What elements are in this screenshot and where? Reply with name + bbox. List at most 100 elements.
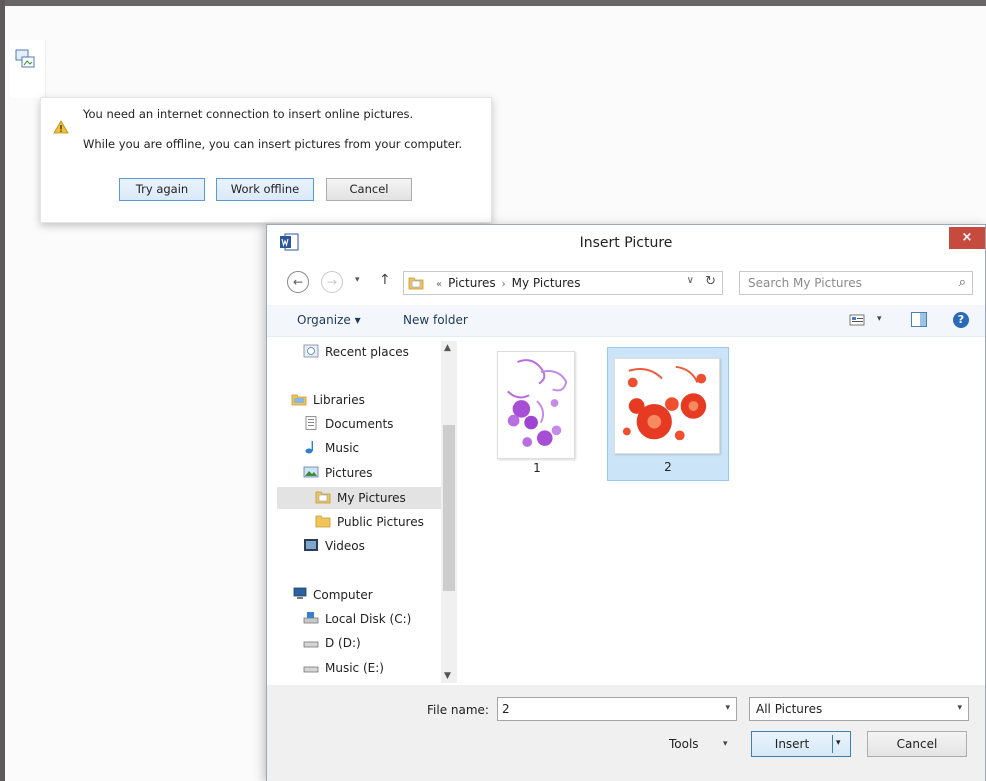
- search-input[interactable]: [740, 272, 930, 294]
- nav-item-computer[interactable]: Computer: [291, 587, 373, 609]
- recent-locations-dropdown[interactable]: ▾: [355, 275, 360, 285]
- folder-icon: [315, 491, 331, 504]
- nav-label-libraries: Libraries: [313, 393, 365, 407]
- file-name-label: File name:: [427, 703, 489, 717]
- nav-item-drive-d[interactable]: D (D:): [303, 635, 361, 657]
- nav-item-recent-places[interactable]: Recent places: [303, 344, 409, 366]
- music-icon: [305, 441, 313, 454]
- documents-icon: [305, 416, 317, 430]
- recent-places-icon: [303, 344, 319, 358]
- nav-item-videos[interactable]: Videos: [303, 538, 365, 560]
- libraries-icon: [291, 394, 307, 406]
- file-name-input[interactable]: [498, 698, 708, 720]
- split-divider: [832, 735, 833, 753]
- file-name-dropdown[interactable]: ▾: [725, 703, 730, 713]
- search-box: ⌕: [739, 271, 973, 295]
- up-button[interactable]: ↑: [379, 272, 391, 288]
- nav-label-drive-d: D (D:): [325, 636, 361, 650]
- offline-notification: You need an internet connection to inser…: [40, 97, 492, 223]
- breadcrumb-pictures[interactable]: Pictures: [448, 276, 496, 290]
- offline-message: You need an internet connection to inser…: [83, 107, 414, 121]
- file-type-select[interactable]: All Pictures ▾: [749, 697, 969, 721]
- close-button[interactable]: ×: [949, 227, 985, 249]
- insert-label: Insert: [774, 737, 810, 751]
- dialog-title: Insert Picture: [579, 235, 673, 251]
- address-bar-row: ← → ▾ ↑ « Pictures › My Pictures ∨ ↻ ⌕: [267, 265, 985, 301]
- nav-label-computer: Computer: [313, 588, 373, 602]
- file-name-combobox: ▾: [497, 697, 737, 721]
- nav-item-my-pictures[interactable]: My Pictures: [277, 487, 443, 509]
- broken-picture-icon: [15, 49, 35, 68]
- nav-item-pictures[interactable]: Pictures: [303, 465, 373, 487]
- nav-label-pictures: Pictures: [325, 466, 373, 480]
- pictures-icon: [303, 466, 319, 478]
- insert-button[interactable]: Insert ▾: [751, 731, 851, 757]
- work-offline-button[interactable]: Work offline: [216, 178, 314, 201]
- computer-icon: [293, 587, 307, 599]
- cancel-offline-button[interactable]: Cancel: [326, 178, 412, 201]
- nav-label-public-pictures: Public Pictures: [337, 515, 424, 529]
- help-icon[interactable]: ?: [953, 312, 969, 328]
- nav-label-recent-places: Recent places: [325, 345, 409, 359]
- try-again-button[interactable]: Try again: [119, 178, 205, 201]
- file-type-value: All Pictures: [756, 702, 823, 716]
- file-name: 1: [533, 461, 541, 475]
- new-folder-button[interactable]: New folder: [403, 313, 468, 327]
- folder-icon: [315, 515, 331, 528]
- chevron-down-icon: ▾: [957, 703, 962, 713]
- breadcrumb: « Pictures › My Pictures: [430, 276, 580, 290]
- scrollbar-thumb[interactable]: [443, 425, 455, 591]
- file-item[interactable]: 1: [493, 347, 581, 477]
- address-dropdown[interactable]: ∨: [687, 275, 694, 286]
- file-item-selected[interactable]: 2: [607, 347, 729, 481]
- forward-button[interactable]: →: [321, 271, 343, 293]
- dialog-footer: File name: ▾ All Pictures ▾ Tools ▾ Inse…: [267, 685, 985, 781]
- nav-item-music[interactable]: Music: [303, 440, 359, 462]
- nav-item-public-pictures[interactable]: Public Pictures: [315, 514, 424, 536]
- drive-icon: [303, 666, 319, 673]
- folder-icon: [408, 277, 424, 290]
- breadcrumb-overflow[interactable]: «: [436, 279, 442, 290]
- dialog-titlebar[interactable]: Insert Picture ×: [267, 225, 985, 261]
- offline-hint: While you are offline, you can insert pi…: [83, 137, 463, 151]
- nav-item-local-disk[interactable]: Local Disk (C:): [303, 611, 411, 633]
- nav-item-documents[interactable]: Documents: [303, 416, 393, 438]
- drive-icon: [303, 612, 319, 624]
- preview-pane-button[interactable]: [911, 312, 927, 327]
- breadcrumb-my-pictures[interactable]: My Pictures: [512, 276, 581, 290]
- nav-label-drive-e: Music (E:): [325, 661, 384, 675]
- tools-dropdown[interactable]: ▾: [723, 739, 728, 749]
- nav-item-libraries[interactable]: Libraries: [291, 392, 365, 414]
- chevron-right-icon: ›: [501, 279, 506, 290]
- cancel-button[interactable]: Cancel: [867, 731, 967, 757]
- purple-flower-icon: [497, 351, 575, 459]
- search-icon[interactable]: ⌕: [959, 275, 966, 290]
- nav-pane-scrollbar[interactable]: ▲ ▼: [441, 341, 457, 683]
- broken-picture-placeholder[interactable]: [10, 40, 46, 98]
- refresh-button[interactable]: ↻: [705, 274, 716, 289]
- drive-icon: [303, 641, 319, 648]
- file-name: 2: [664, 460, 672, 474]
- videos-icon: [304, 539, 318, 551]
- tools-menu[interactable]: Tools: [669, 737, 699, 751]
- nav-label-documents: Documents: [325, 417, 394, 431]
- scroll-up-button[interactable]: ▲: [444, 343, 451, 353]
- navigation-pane: Recent places Libraries Documents Music …: [277, 339, 459, 685]
- nav-label-videos: Videos: [325, 539, 365, 553]
- command-bar: Organize ▾ New folder ▾ ?: [267, 305, 985, 337]
- change-view-icon[interactable]: [849, 313, 867, 327]
- red-flower-icon: [614, 358, 720, 454]
- warning-icon: [53, 120, 69, 134]
- insert-picture-dialog: Insert Picture × ← → ▾ ↑ « Pictures › My Pi…: [266, 224, 986, 781]
- address-bar[interactable]: « Pictures › My Pictures ∨ ↻: [403, 271, 723, 295]
- nav-item-drive-e[interactable]: Music (E:): [303, 660, 384, 682]
- organize-menu[interactable]: Organize ▾: [297, 313, 361, 327]
- scroll-down-button[interactable]: ▼: [444, 671, 451, 681]
- nav-label-local-disk: Local Disk (C:): [325, 612, 412, 626]
- nav-label-my-pictures: My Pictures: [337, 491, 406, 505]
- view-options-dropdown[interactable]: ▾: [877, 314, 882, 324]
- nav-label-music: Music: [325, 441, 360, 455]
- back-button[interactable]: ←: [287, 271, 309, 293]
- insert-options-dropdown[interactable]: ▾: [836, 738, 841, 748]
- file-list: 1 2: [463, 339, 983, 685]
